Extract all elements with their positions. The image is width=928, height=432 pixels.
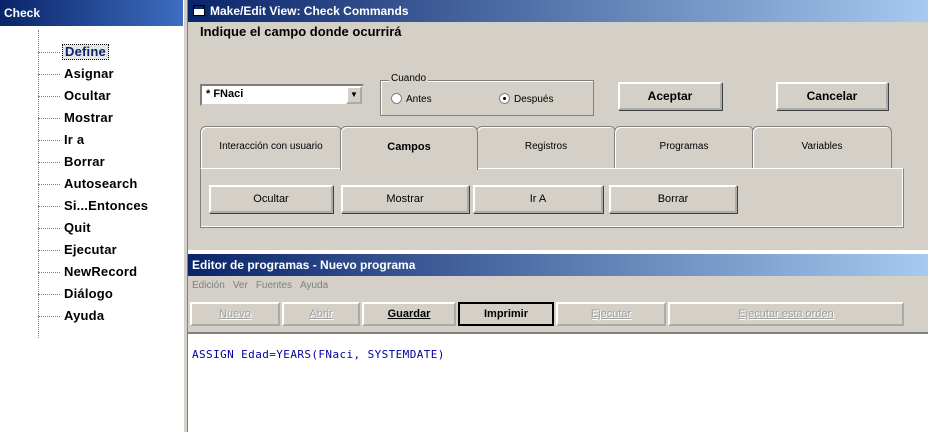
tree-item-dialogo[interactable]: Diálogo (38, 286, 178, 302)
command-tree: Define Asignar Ocultar Mostrar Ir a Borr… (0, 26, 183, 432)
tree-item-quit[interactable]: Quit (38, 220, 178, 236)
check-tree-panel: Check Define Asignar Ocultar Mostrar Ir … (0, 0, 183, 432)
tree-item-ocultar[interactable]: Ocultar (38, 88, 178, 104)
tree-item-asignar[interactable]: Asignar (38, 66, 178, 82)
nuevo-button[interactable]: Nuevo (190, 302, 280, 326)
chevron-down-icon[interactable]: ▼ (346, 86, 362, 104)
menu-ver[interactable]: Ver (233, 280, 248, 291)
borrar-button[interactable]: Borrar (609, 185, 737, 213)
code-line: ASSIGN Edad=YEARS(FNaci, SYSTEMDATE) (192, 348, 445, 361)
tree-item-label: Ocultar (64, 88, 111, 103)
editor-toolbar: Nuevo Abrir Guardar Imprimir Ejecutar Ej… (188, 300, 928, 328)
tree-item-label: Borrar (64, 154, 105, 169)
window-title: Make/Edit View: Check Commands (210, 4, 409, 18)
tree-item-si-entonces[interactable]: Si...Entonces (38, 198, 178, 214)
window-titlebar[interactable]: Make/Edit View: Check Commands (188, 0, 928, 22)
tree-item-define[interactable]: Define (38, 44, 178, 60)
field-select-combo[interactable]: * FNaci ▼ (200, 84, 364, 106)
tab-variables[interactable]: Variables (752, 126, 892, 170)
cuando-legend: Cuando (389, 73, 429, 84)
imprimir-button[interactable]: Imprimir (458, 302, 554, 326)
tree-item-label: Ejecutar (64, 242, 117, 257)
field-select-value: * FNaci (206, 88, 244, 100)
radio-antes-label: Antes (406, 94, 432, 105)
tree-item-label: NewRecord (64, 264, 138, 279)
tree-item-label: Ayuda (64, 308, 105, 323)
menu-ayuda[interactable]: Ayuda (300, 280, 328, 291)
radio-despues-label: Después (514, 94, 554, 105)
tab-content-panel: Ocultar Mostrar Ir A Borrar (200, 168, 904, 228)
tree-item-label: Asignar (64, 66, 114, 81)
tree-item-ir-a[interactable]: Ir a (38, 132, 178, 148)
menu-edicion[interactable]: Edición (192, 280, 225, 291)
tree-item-label: Si...Entonces (64, 198, 149, 213)
cuando-groupbox: Cuando Antes Después (380, 73, 594, 116)
command-category-tabs: Interacción con usuario Campos Registros… (200, 126, 904, 170)
tree-item-label: Mostrar (64, 110, 114, 125)
code-editor-textarea[interactable]: ASSIGN Edad=YEARS(FNaci, SYSTEMDATE) (188, 332, 928, 432)
tab-campos[interactable]: Campos (340, 126, 478, 170)
tree-item-borrar[interactable]: Borrar (38, 154, 178, 170)
tree-item-label: Autosearch (64, 176, 138, 191)
tree-item-newrecord[interactable]: NewRecord (38, 264, 178, 280)
accept-button[interactable]: Aceptar (618, 82, 722, 110)
tree-panel-title: Check (0, 0, 183, 26)
tree-item-label: Define (62, 44, 109, 60)
tree-item-label: Ir a (64, 132, 85, 147)
tree-item-ejecutar[interactable]: Ejecutar (38, 242, 178, 258)
tree-item-autosearch[interactable]: Autosearch (38, 176, 178, 192)
ejecutar-orden-button[interactable]: Ejecutar esta orden (668, 302, 904, 326)
tab-programas[interactable]: Programas (614, 126, 754, 170)
editor-titlebar[interactable]: Editor de programas - Nuevo programa (188, 254, 928, 276)
tab-registros[interactable]: Registros (476, 126, 616, 170)
ir-a-button[interactable]: Ir A (473, 185, 603, 213)
radio-button-icon[interactable] (499, 93, 510, 104)
field-prompt-label: Indique el campo donde ocurrirá (200, 24, 402, 39)
make-edit-view-window: Make/Edit View: Check Commands Indique e… (188, 0, 928, 250)
mostrar-button[interactable]: Mostrar (341, 185, 469, 213)
guardar-button[interactable]: Guardar (362, 302, 456, 326)
tree-item-mostrar[interactable]: Mostrar (38, 110, 178, 126)
program-editor-window: Editor de programas - Nuevo programa Edi… (188, 254, 928, 432)
tree-item-label: Quit (64, 220, 91, 235)
ocultar-button[interactable]: Ocultar (209, 185, 333, 213)
cancel-button[interactable]: Cancelar (776, 82, 888, 110)
radio-despues[interactable]: Después (499, 93, 553, 107)
tab-interaccion-usuario[interactable]: Interacción con usuario (200, 126, 342, 170)
tree-item-ayuda[interactable]: Ayuda (38, 308, 178, 324)
menu-fuentes[interactable]: Fuentes (256, 280, 292, 291)
radio-antes[interactable]: Antes (391, 93, 432, 107)
ejecutar-button[interactable]: Ejecutar (556, 302, 666, 326)
window-app-icon (193, 5, 205, 16)
abrir-button[interactable]: Abrir (282, 302, 360, 326)
tree-item-label: Diálogo (64, 286, 114, 301)
editor-menubar: Edición Ver Fuentes Ayuda (188, 276, 928, 296)
editor-title: Editor de programas - Nuevo programa (192, 258, 416, 272)
radio-button-icon[interactable] (391, 93, 402, 104)
